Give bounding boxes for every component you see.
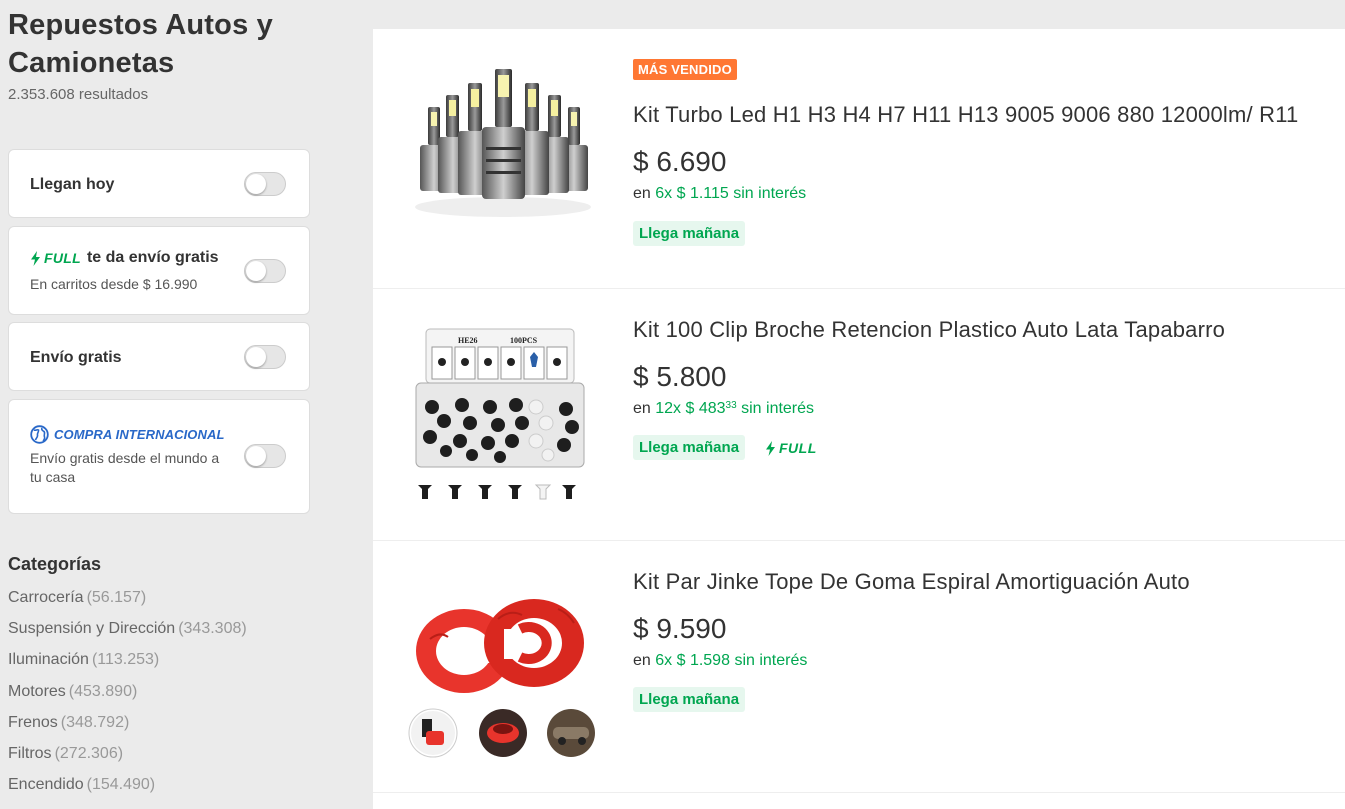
results-count: 2.353.608 resultados xyxy=(8,86,149,103)
category-link[interactable]: Filtros (272.306) xyxy=(8,745,247,776)
box-label-b: 100PCS xyxy=(510,336,538,345)
shipping-tag: Llega mañana xyxy=(633,435,746,460)
filter-envio-gratis[interactable]: Envío gratis xyxy=(8,322,310,391)
category-count: (343.308) xyxy=(178,620,247,638)
category-link[interactable]: Iluminación (113.253) xyxy=(8,651,247,682)
categories-title: Categorías xyxy=(8,554,102,574)
category-name: Filtros xyxy=(8,744,52,762)
category-link[interactable]: Motores (453.890) xyxy=(8,683,247,714)
filter-llegan-hoy[interactable]: Llegan hoy xyxy=(8,149,310,218)
full-logo: FULL xyxy=(30,250,81,266)
category-name: Iluminación xyxy=(8,651,89,669)
product-price: $ 9.590 xyxy=(633,613,727,644)
filter-full-heading: FULL te da envío gratis xyxy=(30,249,219,267)
category-name: Carrocería xyxy=(8,589,84,606)
filter-internacional-toggle[interactable] xyxy=(244,444,286,468)
installments: en 12x $ 48333 sin interés xyxy=(633,400,814,418)
product-price: $ 5.800 xyxy=(633,361,727,392)
installments-suffix: sin interés xyxy=(734,652,808,669)
category-count: (113.253) xyxy=(91,651,160,669)
installments-terms: 6x $ 1.115 xyxy=(655,185,729,202)
product-price: $ 6.690 xyxy=(633,146,727,177)
product-image-led-kit[interactable] xyxy=(408,67,598,257)
toggle-knob xyxy=(246,261,266,281)
results-list: MÁS VENDIDO Kit Turbo Led H1 H3 H4 H7 H1… xyxy=(373,29,1345,809)
category-name: Encendido xyxy=(8,776,84,794)
product-card[interactable]: Kit Par Jinke Tope De Goma Espiral Amort… xyxy=(373,541,1345,793)
category-count: (348.792) xyxy=(60,713,130,731)
rubber-bumper-illustration xyxy=(408,599,595,758)
installments: en 6x $ 1.115 sin interés xyxy=(633,185,806,203)
filter-internacional[interactable]: COMPRA INTERNACIONAL Envío gratis desde … xyxy=(8,399,310,514)
filter-full-label: te da envío gratis xyxy=(86,249,219,266)
filter-internacional-sub: Envío gratis desde el mundo a tu casa xyxy=(30,450,220,485)
page-title: Repuestos Autos y Camionetas xyxy=(8,9,273,79)
lightning-icon xyxy=(766,440,775,456)
best-seller-badge: MÁS VENDIDO xyxy=(633,59,737,80)
lightning-icon xyxy=(31,250,40,266)
category-link[interactable]: Encendido (154.490) xyxy=(8,776,247,807)
installments: en 6x $ 1.598 sin interés xyxy=(633,652,807,670)
category-name: Frenos xyxy=(8,713,58,731)
intl-logo: COMPRA INTERNACIONAL xyxy=(30,425,225,444)
category-name: Suspensión y Dirección xyxy=(8,620,176,638)
toggle-knob xyxy=(246,174,266,194)
full-logo-text: FULL xyxy=(44,250,81,266)
category-link[interactable]: Suspensión y Dirección (343.308) xyxy=(8,620,247,651)
toggle-knob xyxy=(246,347,266,367)
category-name: Motores xyxy=(8,682,66,700)
product-image-rubber-bumper[interactable] xyxy=(408,569,598,759)
full-tag-text: FULL xyxy=(779,440,817,456)
filter-full-sub: En carritos desde $ 16.990 xyxy=(30,276,198,292)
box-label-a: HE26 xyxy=(458,336,478,345)
installments-suffix: sin interés xyxy=(741,400,815,417)
full-tag: FULL xyxy=(765,440,817,456)
product-card[interactable]: HE26 100PCS Kit 100 Clip Broche Retencio… xyxy=(373,289,1345,541)
product-image-clip-kit[interactable]: HE26 100PCS xyxy=(408,317,598,507)
category-link[interactable]: Carrocería (56.157) xyxy=(8,589,247,620)
filter-full-toggle[interactable] xyxy=(244,259,286,283)
led-bulbs-illustration xyxy=(415,69,591,217)
category-count: (272.306) xyxy=(54,744,124,762)
category-link[interactable]: Frenos (348.792) xyxy=(8,714,247,745)
globe-icon xyxy=(30,425,49,444)
product-card[interactable]: MÁS VENDIDO Kit Turbo Led H1 H3 H4 H7 H1… xyxy=(373,29,1345,289)
filter-llegan-hoy-label: Llegan hoy xyxy=(30,176,115,193)
filter-llegan-hoy-toggle[interactable] xyxy=(244,172,286,196)
product-title[interactable]: Kit 100 Clip Broche Retencion Plastico A… xyxy=(633,317,1225,343)
category-count: (154.490) xyxy=(86,776,156,794)
filter-full[interactable]: FULL te da envío gratis En carritos desd… xyxy=(8,226,310,315)
category-count: (56.157) xyxy=(86,589,147,606)
shipping-tag: Llega mañana xyxy=(633,221,746,246)
category-count: (453.890) xyxy=(68,682,138,700)
product-title[interactable]: Kit Par Jinke Tope De Goma Espiral Amort… xyxy=(633,569,1190,595)
filter-envio-gratis-toggle[interactable] xyxy=(244,345,286,369)
toggle-knob xyxy=(246,446,266,466)
installments-prefix: en xyxy=(633,185,651,202)
category-list: Carrocería (56.157) Suspensión y Direcció… xyxy=(8,589,247,807)
shipping-tag: Llega mañana xyxy=(633,687,746,712)
intl-logo-text: COMPRA INTERNACIONAL xyxy=(54,427,225,442)
sidebar: Repuestos Autos y Camionetas 2.353.608 r… xyxy=(8,0,310,801)
installments-terms: 6x $ 1.598 xyxy=(655,652,730,669)
installments-suffix: sin interés xyxy=(733,185,807,202)
installments-prefix: en xyxy=(633,400,651,417)
product-title[interactable]: Kit Turbo Led H1 H3 H4 H7 H11 H13 9005 9… xyxy=(633,102,1299,128)
clip-box-illustration: HE26 100PCS xyxy=(415,328,585,500)
installments-prefix: en xyxy=(633,652,651,669)
installments-cents: 33 xyxy=(725,400,737,411)
installments-terms: 12x $ 483 xyxy=(655,400,726,417)
filter-envio-gratis-label: Envío gratis xyxy=(30,349,122,366)
